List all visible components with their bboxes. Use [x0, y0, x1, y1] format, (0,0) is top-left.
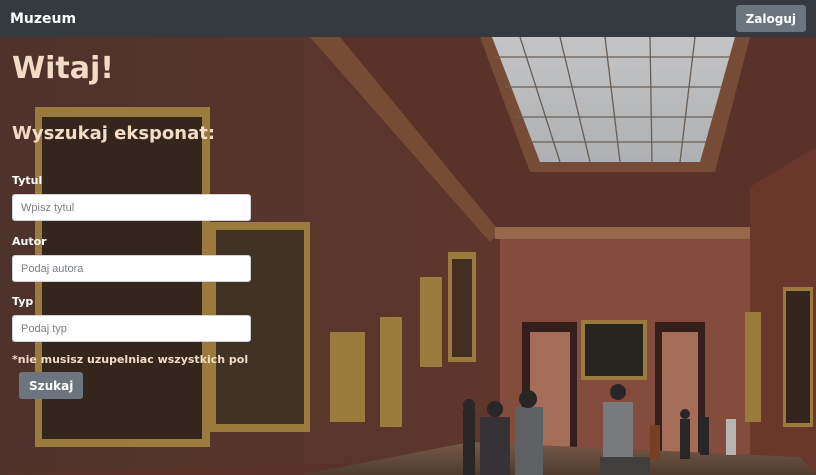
- title-input[interactable]: [12, 194, 251, 221]
- login-button[interactable]: Zaloguj: [735, 5, 806, 32]
- type-input[interactable]: [12, 315, 251, 342]
- type-label: Typ: [12, 295, 34, 308]
- search-button[interactable]: Szukaj: [19, 372, 84, 399]
- search-form-panel: Witaj! Wyszukaj eksponat: Tytul Autor Ty…: [0, 37, 816, 475]
- author-input[interactable]: [12, 255, 251, 282]
- author-label: Autor: [12, 235, 47, 248]
- search-heading: Wyszukaj eksponat:: [12, 123, 216, 144]
- optional-fields-note: *nie musisz uzupelniac wszystkich pol: [12, 353, 249, 366]
- top-navbar: Muzeum Zaloguj: [0, 0, 816, 37]
- title-label: Tytul: [12, 174, 43, 187]
- page-title: Witaj!: [12, 51, 114, 86]
- brand-logo[interactable]: Muzeum: [10, 11, 76, 27]
